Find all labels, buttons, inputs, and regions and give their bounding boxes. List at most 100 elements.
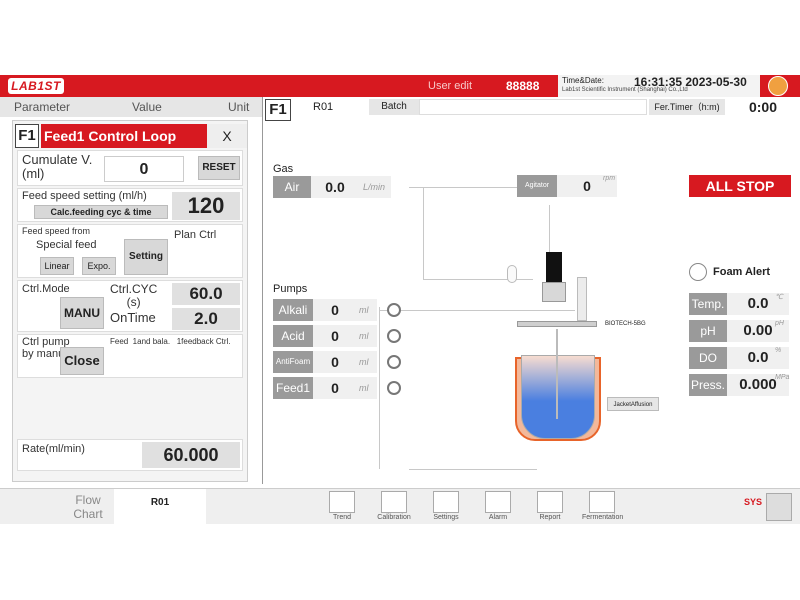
nav-label: Alarm xyxy=(488,514,508,521)
foam-alert-indicator xyxy=(689,263,707,281)
rate-value: 60.000 xyxy=(142,442,240,468)
pump-label: AntiFoam xyxy=(273,351,313,373)
main-badge: F1 xyxy=(265,99,291,121)
date-label: Time&Date: xyxy=(562,76,604,85)
sys-label[interactable]: SYS xyxy=(744,497,762,507)
reactor-tab-r01[interactable]: R01 xyxy=(114,489,206,525)
dialog-close-button[interactable]: X xyxy=(207,124,247,148)
expo-button[interactable]: Expo. xyxy=(82,257,116,275)
flow-chart-tab[interactable]: Flow Chart xyxy=(60,493,116,521)
sensor-unit: ℃ xyxy=(775,294,783,301)
ctrl-mode-row: Ctrl.Mode MANU Ctrl.CYC (s) 60.0 OnTime … xyxy=(17,280,243,332)
pump-label: Acid xyxy=(273,325,313,347)
ontime-value[interactable]: 2.0 xyxy=(172,308,240,330)
jacket-label: JacketAffusion xyxy=(607,397,659,411)
rate-label: Rate(ml/min) xyxy=(22,443,85,455)
feed-from-label: Feed speed from xyxy=(22,226,91,236)
sensor-label: Temp. xyxy=(689,293,727,315)
pump-manifold xyxy=(379,307,380,469)
user-avatar-icon[interactable] xyxy=(768,76,788,96)
nav-label: Trend xyxy=(332,514,352,521)
nav-calibration-icon xyxy=(381,491,407,513)
value-header: Value xyxy=(132,100,162,114)
ctrl-cyc-value[interactable]: 60.0 xyxy=(172,283,240,305)
motor-coupling-icon xyxy=(542,282,566,302)
footer-bar: Flow Chart R01 Trend Calibration Setting… xyxy=(0,488,800,525)
rate-row: Rate(ml/min) 60.000 xyxy=(17,439,243,471)
sensor-unit: pH xyxy=(775,320,784,327)
pump-value[interactable]: 0 xyxy=(313,377,357,399)
motor-icon xyxy=(546,252,562,282)
pump-icon[interactable] xyxy=(387,303,401,317)
fer-timer-label: Fer.Timer（h:m) xyxy=(649,99,725,115)
nav-label: Report xyxy=(539,514,561,521)
vessel-icon xyxy=(521,355,595,439)
nav-fermentation-button[interactable]: Fermentation xyxy=(582,491,624,523)
pump-value[interactable]: 0 xyxy=(313,299,357,321)
nav-report-button[interactable]: Report xyxy=(530,491,570,523)
pump-value[interactable]: 0 xyxy=(313,325,357,347)
nav-fermentation-icon xyxy=(589,491,615,513)
pump-label: Feed1 xyxy=(273,377,313,399)
user-edit-button[interactable]: User edit xyxy=(428,80,472,92)
ctrl-pump-row: Ctrl pump by manu Close Feed 1and bala. … xyxy=(17,334,243,378)
parameter-column-header: Parameter Value Unit xyxy=(0,97,262,117)
pumps-label: Pumps xyxy=(273,283,308,295)
nav-settings-icon xyxy=(433,491,459,513)
batch-button[interactable]: Batch xyxy=(369,99,419,115)
nav-settings-button[interactable]: Settings xyxy=(426,491,466,523)
vessel-label: BIOTECH-5BG xyxy=(605,321,646,327)
manu-button[interactable]: MANU xyxy=(60,297,104,329)
cumulate-row: Cumulate V. (ml) 0 RESET xyxy=(17,150,243,186)
feed-speed-row: Feed speed setting (ml/h) Calc.feeding c… xyxy=(17,188,243,222)
nav-calibration-button[interactable]: Calibration xyxy=(374,491,414,523)
user-number: 88888 xyxy=(506,79,540,93)
user-icon[interactable] xyxy=(766,493,792,521)
company-name: Lab1st Scientific Instrument (Shanghai) … xyxy=(562,87,688,93)
nav-report-icon xyxy=(537,491,563,513)
feed-speed-value[interactable]: 120 xyxy=(172,192,240,220)
unit-header: Unit xyxy=(228,100,250,114)
air-pipe-vertical xyxy=(423,187,424,279)
setting-button[interactable]: Setting xyxy=(124,239,168,275)
close-pump-button[interactable]: Close xyxy=(60,347,104,375)
air-label: Air xyxy=(273,176,311,198)
filter-icon xyxy=(507,265,517,283)
vessel-lid xyxy=(517,321,597,327)
nav-label: Settings xyxy=(433,514,459,521)
sensor-unit: % xyxy=(775,347,782,354)
nav-trend-button[interactable]: Trend xyxy=(322,491,362,523)
bottom-pipe xyxy=(409,469,537,470)
header-bar: LAB1ST User edit 88888 Time&Date: 16:31:… xyxy=(0,75,800,97)
air-value[interactable]: 0.0 xyxy=(311,176,359,198)
reset-button[interactable]: RESET xyxy=(198,156,240,180)
pump-icon[interactable] xyxy=(387,329,401,343)
probe-icon xyxy=(577,277,587,321)
sensor-label: pH xyxy=(689,320,727,342)
parameter-header: Parameter xyxy=(14,100,71,114)
ctrl-mode-label: Ctrl.Mode xyxy=(22,283,70,295)
pump-icon[interactable] xyxy=(387,381,401,395)
pump-unit: ml xyxy=(359,383,369,393)
nav-trend-icon xyxy=(329,491,355,513)
feed-bala-text: Feed 1and bala. 1feedback Ctrl. xyxy=(110,337,231,346)
pump-label: Alkali xyxy=(273,299,313,321)
gas-label: Gas xyxy=(273,163,294,175)
flow-chart-area: F1 R01 Batch Fer.Timer（h:m) 0:00 Gas Air… xyxy=(262,97,800,484)
nav-label: Fermentation xyxy=(582,514,624,521)
agitator-unit: rpm xyxy=(603,175,616,182)
stirrer-shaft xyxy=(556,329,558,419)
pump-icon[interactable] xyxy=(387,355,401,369)
linear-button[interactable]: Linear xyxy=(40,257,74,275)
pump-unit: ml xyxy=(359,331,369,341)
pump-value[interactable]: 0 xyxy=(313,351,357,373)
pump-unit: ml xyxy=(359,305,369,315)
cumulate-label: Cumulate V. (ml) xyxy=(22,152,93,181)
air-unit: L/min xyxy=(363,182,386,192)
feed-speed-label: Feed speed setting (ml/h) xyxy=(22,190,147,202)
all-stop-button[interactable]: ALL STOP xyxy=(689,175,791,197)
nav-alarm-button[interactable]: Alarm xyxy=(478,491,518,523)
special-feed-label: Special feed xyxy=(36,239,97,251)
batch-input[interactable] xyxy=(419,99,647,115)
calc-feeding-button[interactable]: Calc.feeding cyc & time xyxy=(34,205,168,219)
